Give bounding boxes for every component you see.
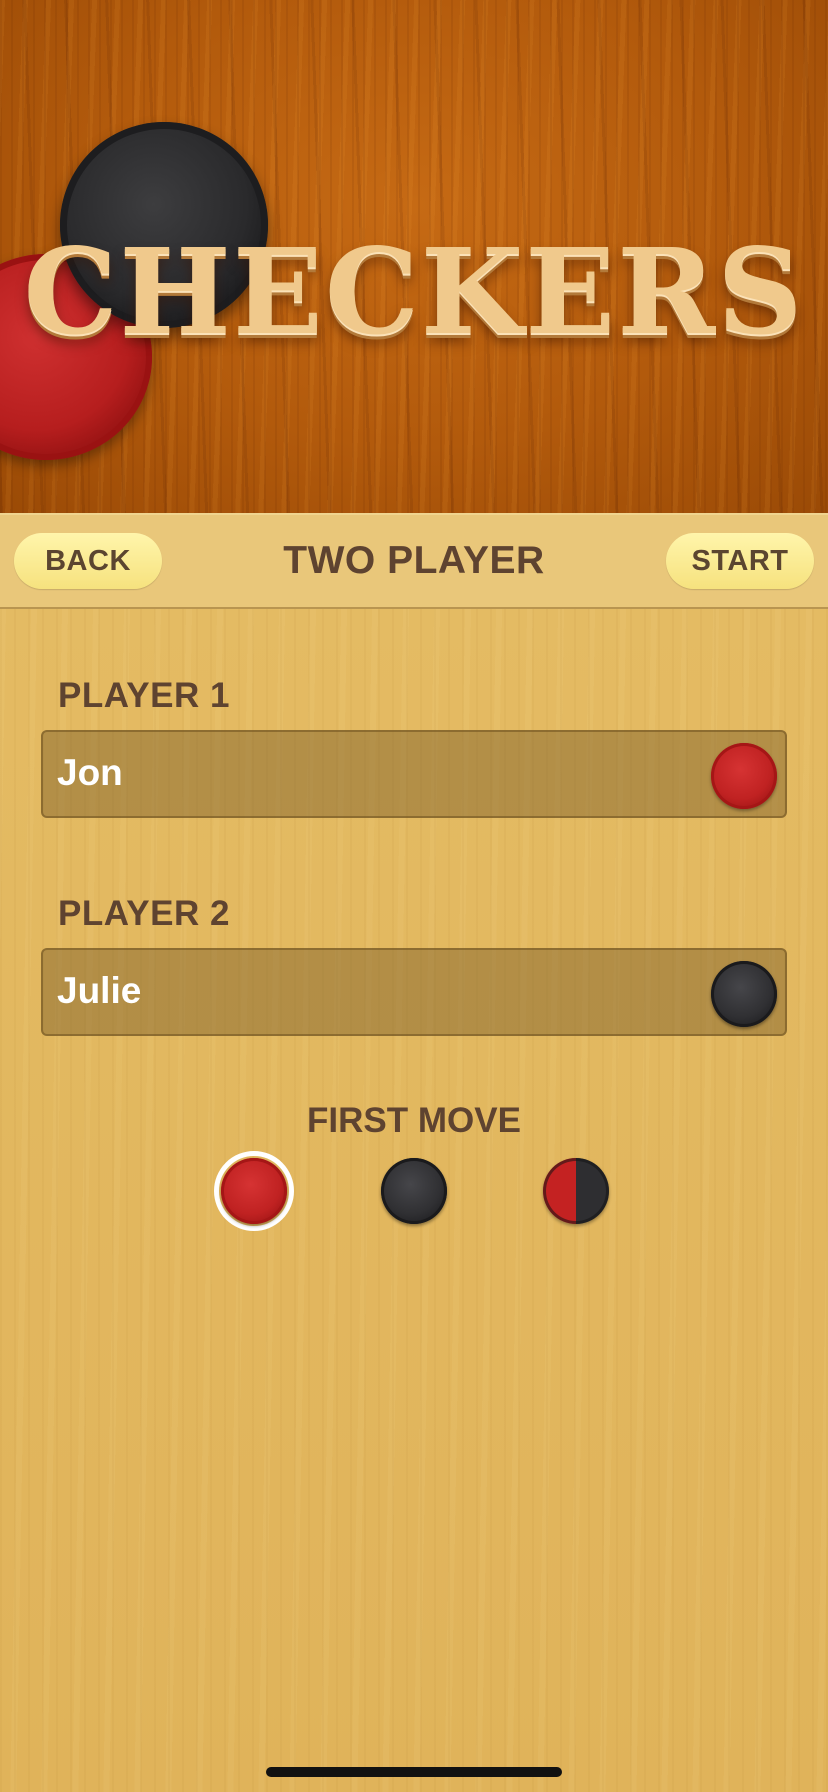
home-indicator[interactable]: [266, 1767, 562, 1777]
start-button[interactable]: START: [666, 533, 814, 589]
first-move-random-option[interactable]: [536, 1151, 616, 1231]
first-move-red-option[interactable]: [214, 1151, 294, 1231]
title-banner: CHECKERS: [0, 0, 828, 513]
back-button[interactable]: BACK: [14, 533, 162, 589]
player-1-name: Jon: [57, 752, 123, 793]
player-2-name-field[interactable]: Julie: [41, 948, 787, 1036]
split-piece-icon: [543, 1158, 609, 1224]
player-2-name: Julie: [57, 970, 142, 1011]
player-2-label: PLAYER 2: [58, 894, 230, 933]
page-title: TWO PLAYER: [283, 539, 545, 582]
red-piece-icon[interactable]: [711, 743, 777, 809]
app-title: CHECKERS: [23, 222, 805, 361]
first-move-black-option[interactable]: [374, 1151, 454, 1231]
black-piece-icon: [381, 1158, 447, 1224]
first-move-label: FIRST MOVE: [307, 1101, 521, 1140]
player-1-name-field[interactable]: Jon: [41, 730, 787, 818]
player-1-label: PLAYER 1: [58, 676, 230, 715]
nav-bar: BACK TWO PLAYER START: [0, 513, 828, 609]
black-piece-icon[interactable]: [711, 961, 777, 1027]
red-piece-icon: [221, 1158, 287, 1224]
